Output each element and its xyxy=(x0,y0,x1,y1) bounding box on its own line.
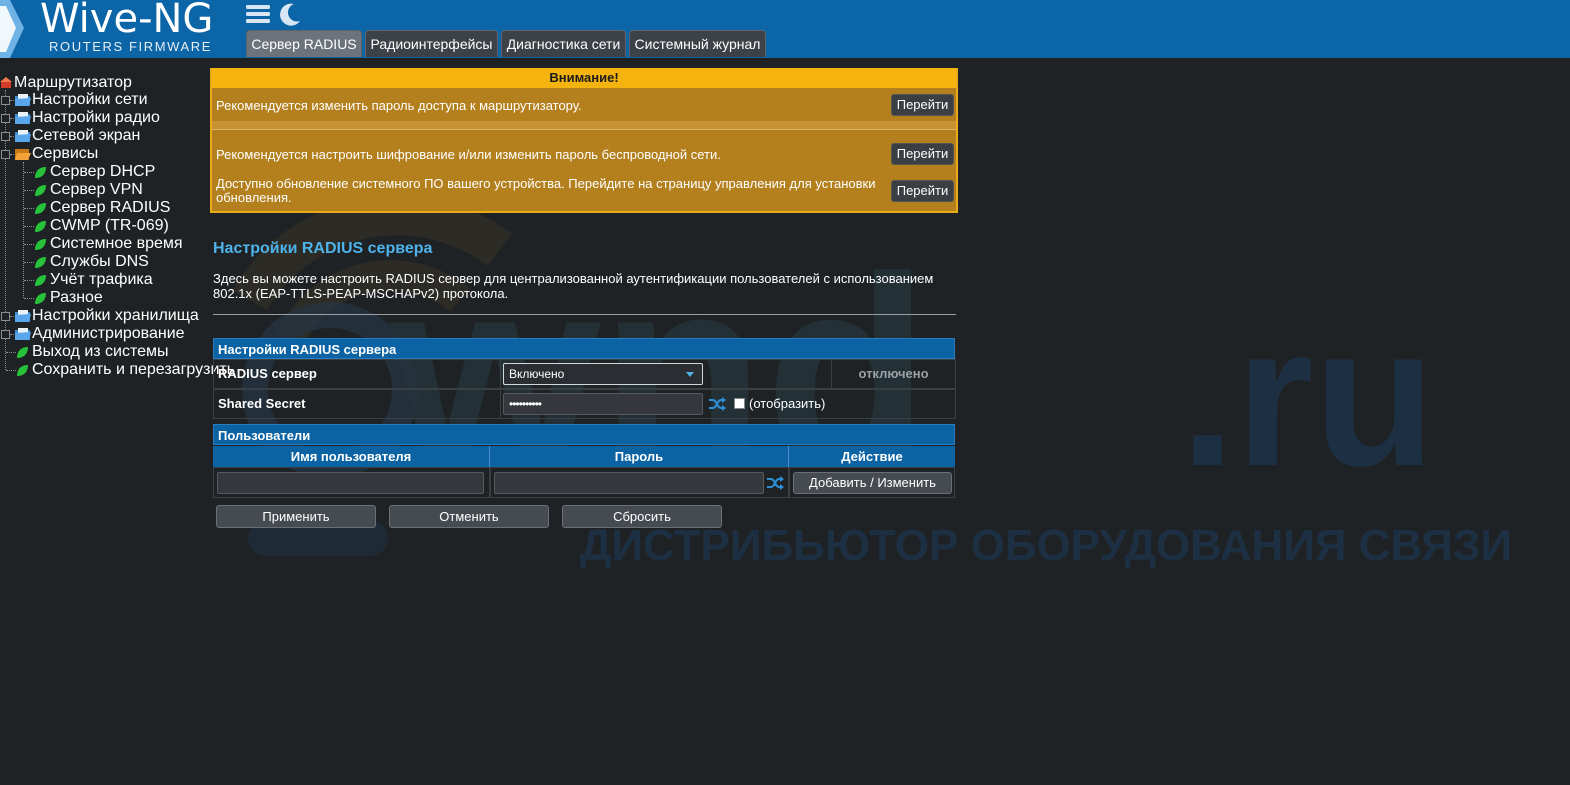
radius-server-select[interactable]: Включено xyxy=(503,363,703,385)
warning-message: Рекомендуется настроить шифрование и/или… xyxy=(216,147,721,162)
tree-root-label: Маршрутизатор xyxy=(14,74,132,91)
radius-server-select-value: Включено xyxy=(509,367,565,381)
warning-title: Внимание! xyxy=(212,68,956,88)
logo-icon xyxy=(0,0,24,58)
divider xyxy=(213,314,956,315)
radius-server-label: RADIUS сервер xyxy=(213,359,501,389)
svg-text:.ru: .ru xyxy=(1180,285,1436,508)
warning-panel: Внимание! Рекомендуется изменить пароль … xyxy=(210,68,958,213)
leaf-icon xyxy=(17,347,28,358)
leaf-icon xyxy=(35,293,46,304)
warning-message: Рекомендуется изменить пароль доступа к … xyxy=(216,98,582,113)
chevron-down-icon xyxy=(686,372,694,377)
cancel-button[interactable]: Отменить xyxy=(389,505,549,528)
users-section-header: Пользователи xyxy=(213,424,955,445)
tab-system-log[interactable]: Системный журнал xyxy=(629,30,766,57)
col-password-header: Пароль xyxy=(490,446,789,467)
goto-wireless-button[interactable]: Перейти xyxy=(891,143,954,165)
folder-icon xyxy=(15,94,31,106)
leaf-icon xyxy=(17,365,28,376)
apply-button[interactable]: Применить xyxy=(216,505,376,528)
folder-icon xyxy=(15,328,31,340)
password-input[interactable] xyxy=(494,472,764,494)
leaf-icon xyxy=(35,239,46,250)
leaf-icon xyxy=(35,275,46,286)
folder-icon xyxy=(15,130,31,142)
logo-subtitle: ROUTERS FIRMWARE xyxy=(49,39,213,54)
page-description: Здесь вы можете настроить RADIUS сервер … xyxy=(213,271,934,301)
goto-password-button[interactable]: Перейти xyxy=(891,94,954,116)
leaf-icon xyxy=(35,203,46,214)
folder-icon xyxy=(15,310,31,322)
show-secret-checkbox[interactable] xyxy=(734,398,745,409)
add-edit-user-button[interactable]: Добавить / Изменить xyxy=(793,472,952,494)
menu-icon[interactable] xyxy=(246,3,272,25)
router-icon xyxy=(0,77,12,88)
col-username-header: Имя пользователя xyxy=(213,446,490,467)
leaf-icon xyxy=(35,185,46,196)
reset-button[interactable]: Сбросить xyxy=(562,505,722,528)
shared-secret-label: Shared Secret xyxy=(213,389,501,419)
folder-open-icon xyxy=(15,149,31,160)
shuffle-icon[interactable] xyxy=(708,396,726,412)
watermark-tagline: ДИСТРИБЬЮТОР ОБОРУДОВАНИЯ СВЯЗИ xyxy=(580,521,1512,570)
col-action-header: Действие xyxy=(789,446,955,467)
leaf-icon xyxy=(35,257,46,268)
shared-secret-input[interactable]: •••••••••• xyxy=(503,393,703,415)
tab-radius-server[interactable]: Сервер RADIUS xyxy=(246,30,362,57)
top-header: Wive-NG ROUTERS FIRMWARE Сервер RADIUS Р… xyxy=(0,0,1570,58)
show-secret-label: (отобразить) xyxy=(749,396,826,411)
moon-icon[interactable] xyxy=(278,2,302,26)
page-title: Настройки RADIUS сервера xyxy=(213,240,433,257)
logo-title: Wive-NG xyxy=(40,0,214,42)
tab-radio-interfaces[interactable]: Радиоинтерфейсы xyxy=(365,30,498,57)
shuffle-icon[interactable] xyxy=(766,475,784,491)
folder-icon xyxy=(15,112,31,124)
leaf-icon xyxy=(35,221,46,232)
goto-update-button[interactable]: Перейти xyxy=(891,180,954,202)
tab-network-diagnostics[interactable]: Диагностика сети xyxy=(501,30,626,57)
shared-secret-value: •••••••••• xyxy=(509,397,542,411)
radius-server-status: отключено xyxy=(831,359,956,389)
warning-message: Доступно обновление системного ПО вашего… xyxy=(216,176,876,205)
leaf-icon xyxy=(35,167,46,178)
radius-section-header: Настройки RADIUS сервера xyxy=(213,338,955,359)
username-input[interactable] xyxy=(217,472,484,494)
